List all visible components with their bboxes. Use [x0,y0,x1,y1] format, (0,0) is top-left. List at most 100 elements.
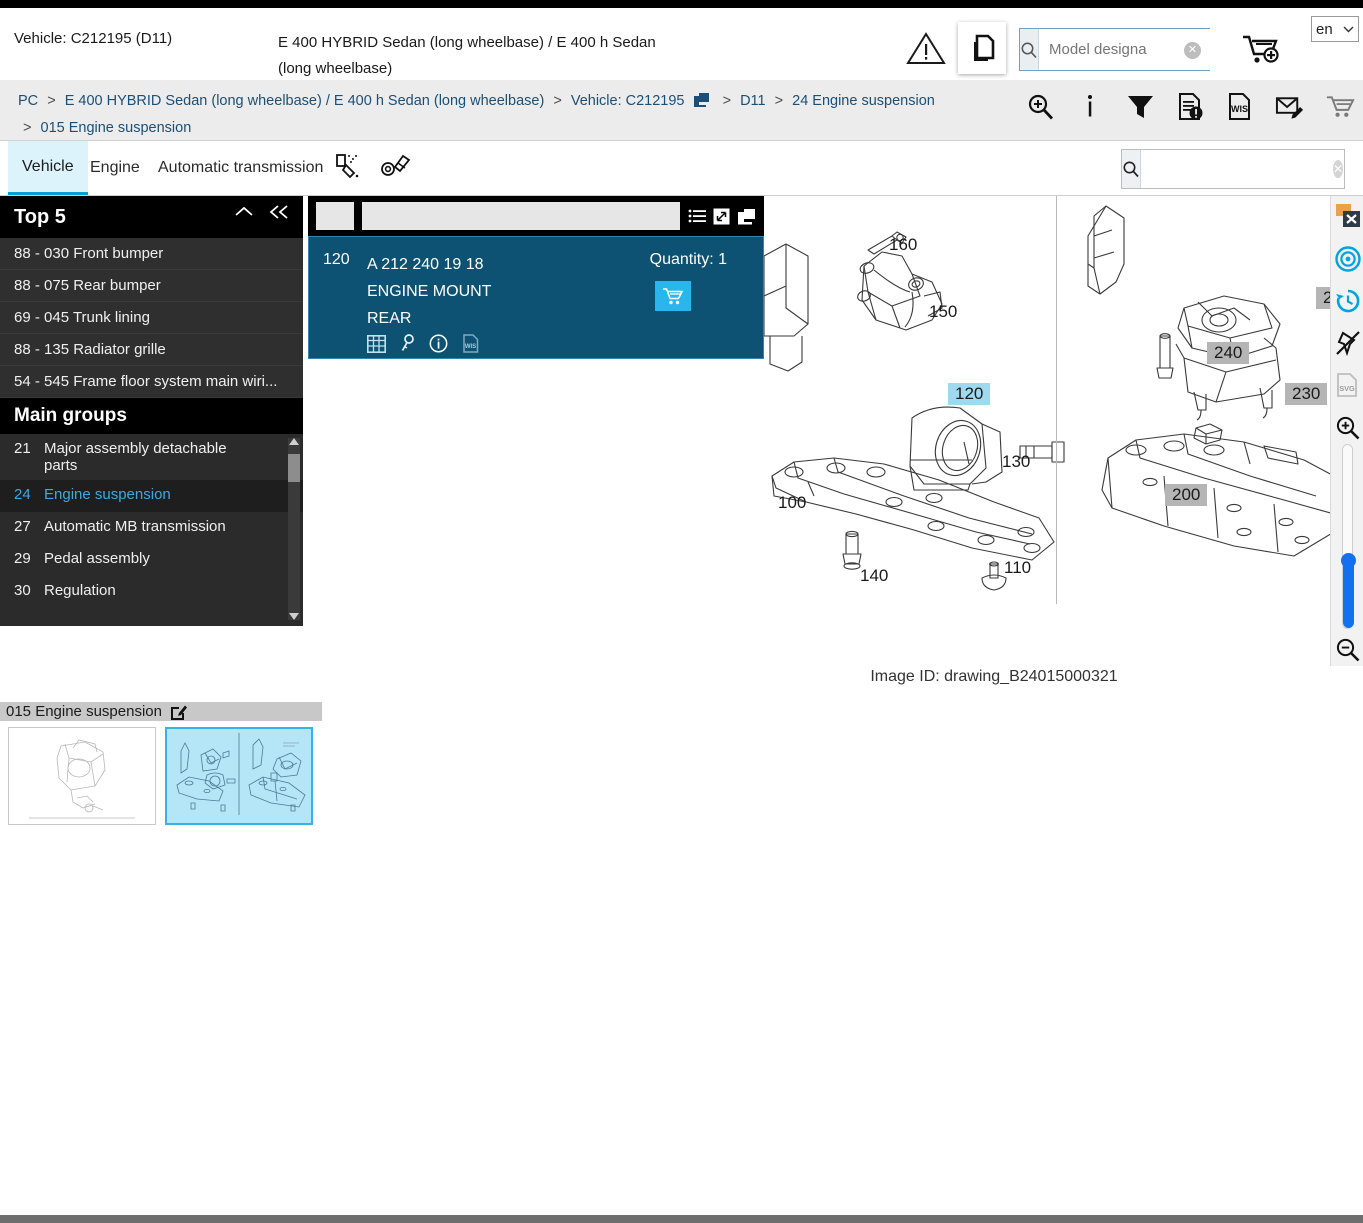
wheel-bolt-icon[interactable] [380,151,412,181]
header-field-wide[interactable] [362,202,680,230]
zoom-in-icon[interactable] [1331,406,1363,448]
tab-label: Automatic transmission [158,159,324,176]
content-search[interactable]: ✕ [1121,149,1345,189]
main-group-item-27[interactable]: 27 Automatic MB transmission [0,512,303,544]
breadcrumb-item-3[interactable]: D11 [740,93,766,109]
part-position: REAR [367,310,412,327]
tab-automatic-transmission[interactable]: Automatic transmission [144,141,337,195]
zoom-slider-handle[interactable] [1341,553,1356,568]
main-groups-scrollbar[interactable] [288,438,300,620]
top5-item-3[interactable]: 88 - 135 Radiator grille [0,334,303,366]
part-detail-card[interactable]: 120 A 212 240 19 18 ENGINE MOUNT REAR WI… [308,236,764,359]
breadcrumb-item-4[interactable]: 24 Engine suspension [792,93,935,109]
warning-triangle-icon[interactable] [905,30,947,66]
exploded-view-drawing[interactable]: 160 150 120 130 100 140 110 2 240 230 20… [763,196,1340,666]
top5-header: Top 5 [0,196,303,238]
main-group-item-21[interactable]: 21 Major assembly detachable parts [0,434,303,480]
table-grid-icon[interactable] [367,334,386,353]
callout-120[interactable]: 120 [948,383,991,405]
view-toolbar: SVG [1330,196,1363,666]
zoom-out-icon[interactable] [1331,628,1363,670]
cart-icon [662,287,684,306]
copy-button[interactable] [958,22,1006,74]
unpin-icon[interactable] [1331,322,1363,364]
engine-assembly-thumbnail[interactable] [8,727,156,825]
breadcrumb-separator: > [774,93,784,109]
main-group-item-29[interactable]: 29 Pedal assembly [0,544,303,576]
search-icon[interactable] [1122,150,1141,188]
target-icon[interactable] [1331,238,1363,280]
filter-icon[interactable] [1125,90,1155,122]
breadcrumb-item-5[interactable]: 015 Engine suspension [41,120,192,136]
info-icon[interactable] [1075,90,1105,122]
top5-item-2[interactable]: 69 - 045 Trunk lining [0,302,303,334]
mail-edit-icon[interactable] [1275,90,1305,122]
zoom-slider[interactable] [1341,444,1356,629]
language-value: en [1316,20,1333,38]
top5-item-0[interactable]: 88 - 030 Front bumper [0,238,303,270]
model-designation-search[interactable]: ✕ [1019,28,1250,71]
search-icon[interactable] [1020,29,1039,70]
info-circle-icon[interactable] [429,334,448,353]
scrollbar-thumb[interactable] [288,454,300,482]
callout-140[interactable]: 140 [860,566,888,586]
top5-item-1[interactable]: 88 - 075 Rear bumper [0,270,303,302]
scroll-up-arrow-icon[interactable] [289,438,299,445]
bottom-bar [0,1215,1363,1223]
list-icon[interactable] [688,208,706,224]
clear-icon[interactable]: ✕ [1184,42,1201,59]
wis-document-icon[interactable]: WIS [462,334,479,353]
edit-icon[interactable] [170,704,187,720]
app-header: Vehicle: C212195 (D11) E 400 HYBRID Seda… [0,8,1363,80]
main-group-label: Automatic MB transmission [44,518,226,535]
main-group-number: 27 [14,518,31,535]
callout-150[interactable]: 150 [929,302,957,322]
main-group-item-30[interactable]: 30 Regulation [0,576,303,608]
expand-icon[interactable] [713,208,730,225]
breadcrumb-item-2[interactable]: Vehicle: C212195 [571,93,685,109]
engine-suspension-thumbnail[interactable] [165,727,313,825]
top5-item-4[interactable]: 54 - 545 Frame floor system main wiri... [0,366,303,398]
model-designation-input[interactable] [1039,29,1250,70]
svg-export-icon[interactable]: SVG [1331,364,1363,406]
main-group-number: 21 [14,440,31,457]
callout-200[interactable]: 200 [1165,484,1208,506]
tab-label: Engine [90,159,140,176]
callout-160[interactable]: 160 [889,235,917,255]
content-search-input[interactable] [1141,150,1333,188]
breadcrumb-copy-icon[interactable] [693,92,710,108]
chevron-up-icon[interactable] [233,204,255,220]
cart-add-button[interactable] [1240,32,1284,66]
vehicle-model-label: E 400 HYBRID Sedan (long wheelbase) / E … [278,34,656,77]
svg-text:WIS: WIS [465,344,476,350]
callout-230[interactable]: 230 [1285,383,1328,405]
paint-spray-icon[interactable] [332,151,362,181]
key-icon[interactable] [400,334,415,353]
main-group-item-24[interactable]: 24 Engine suspension [0,480,303,512]
callout-240[interactable]: 240 [1207,342,1250,364]
callout-110[interactable]: 110 [1004,558,1031,578]
add-to-cart-button[interactable] [655,281,691,311]
wis-document-icon[interactable]: WIS [1225,90,1255,122]
callout-130[interactable]: 130 [1002,452,1030,472]
tab-bar: Vehicle Engine Automatic transmission ✕ [0,141,1363,196]
main-group-number: 30 [14,582,31,599]
header-field-small[interactable] [316,202,354,230]
copy-icon[interactable] [737,208,756,225]
chevron-double-left-icon[interactable] [267,204,291,220]
breadcrumb-item-1[interactable]: E 400 HYBRID Sedan (long wheelbase) / E … [65,93,545,109]
clear-icon[interactable]: ✕ [1333,160,1344,178]
document-alert-icon[interactable] [1175,90,1205,122]
close-window-icon[interactable] [1331,196,1363,238]
left-navigation-panel: Top 5 88 - 030 Front bumper 88 - 075 Rea… [0,196,303,626]
tab-engine[interactable]: Engine [76,141,154,195]
main-group-label: Engine suspension [44,486,171,503]
language-selector[interactable]: en [1311,16,1359,42]
history-icon[interactable] [1331,280,1363,322]
callout-100[interactable]: 100 [778,493,806,513]
scroll-down-arrow-icon[interactable] [289,613,299,620]
breadcrumb-item-0[interactable]: PC [18,93,38,109]
cart-icon[interactable] [1325,90,1355,122]
zoom-slider-fill [1343,560,1354,628]
zoom-in-icon[interactable] [1025,90,1055,122]
